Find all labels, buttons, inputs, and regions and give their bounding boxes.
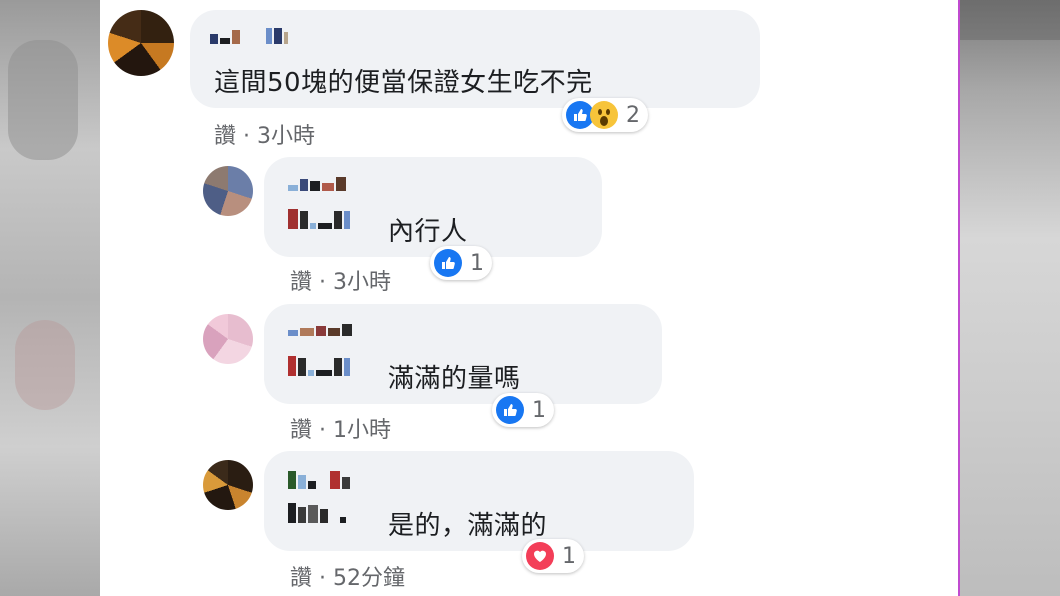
love-icon xyxy=(526,542,554,570)
commenter-name-pixelated[interactable] xyxy=(288,356,350,376)
comment-meta: 讚 · 3小時 xyxy=(290,264,391,296)
timestamp[interactable]: 3小時 xyxy=(333,270,391,295)
comment-text: 滿滿的量嗎 xyxy=(388,364,521,394)
reaction-count: 1 xyxy=(532,397,546,423)
comment-text: 是的，滿滿的 xyxy=(388,511,548,541)
reaction-count: 1 xyxy=(562,543,576,569)
commenter-name-pixelated[interactable] xyxy=(288,471,350,489)
commenter-name-pixelated[interactable] xyxy=(210,28,288,44)
commenter-name-pixelated[interactable] xyxy=(288,503,346,523)
like-icon xyxy=(496,396,524,424)
blur-shape xyxy=(8,40,78,160)
comment-bubble: 是的，滿滿的 xyxy=(264,451,694,551)
comments-panel: 這間50塊的便當保證女生吃不完 2 讚 · 3小時 內行人 1 讚 · 3小時 xyxy=(100,0,958,596)
meta-separator: · xyxy=(319,566,327,591)
meta-separator: · xyxy=(319,270,327,295)
comment-text: 內行人 xyxy=(388,217,468,247)
reaction-count: 2 xyxy=(626,102,640,128)
like-link[interactable]: 讚 xyxy=(290,418,312,443)
commenter-name-pixelated[interactable] xyxy=(288,324,352,336)
comment-meta: 讚 · 1小時 xyxy=(290,412,391,444)
comment-meta: 讚 · 52分鐘 xyxy=(290,560,405,592)
comment-text: 這間50塊的便當保證女生吃不完 xyxy=(214,68,593,98)
avatar[interactable] xyxy=(203,314,253,364)
timestamp[interactable]: 3小時 xyxy=(257,124,315,149)
blurred-right-margin xyxy=(958,0,1060,596)
wow-icon xyxy=(590,101,618,129)
blur-shape xyxy=(15,320,75,410)
blurred-left-margin xyxy=(0,0,100,596)
like-icon xyxy=(434,249,462,277)
meta-separator: · xyxy=(319,418,327,443)
comment-bubble: 內行人 xyxy=(264,157,602,257)
reaction-summary[interactable]: 1 xyxy=(492,393,554,427)
comment-bubble: 滿滿的量嗎 xyxy=(264,304,662,404)
reaction-summary[interactable]: 1 xyxy=(430,246,492,280)
reaction-summary[interactable]: 1 xyxy=(522,539,584,573)
meta-separator: · xyxy=(243,124,251,149)
reaction-count: 1 xyxy=(470,250,484,276)
like-link[interactable]: 讚 xyxy=(290,566,312,591)
avatar[interactable] xyxy=(108,10,174,76)
avatar[interactable] xyxy=(203,166,253,216)
avatar[interactable] xyxy=(203,460,253,510)
comment-meta: 讚 · 3小時 xyxy=(214,118,315,150)
comment-bubble: 這間50塊的便當保證女生吃不完 xyxy=(190,10,760,108)
commenter-name-pixelated[interactable] xyxy=(288,209,350,229)
timestamp[interactable]: 1小時 xyxy=(333,418,391,443)
like-link[interactable]: 讚 xyxy=(290,270,312,295)
like-link[interactable]: 讚 xyxy=(214,124,236,149)
timestamp[interactable]: 52分鐘 xyxy=(333,566,405,591)
commenter-name-pixelated[interactable] xyxy=(288,177,346,191)
blur-shape xyxy=(960,0,1060,40)
reaction-summary[interactable]: 2 xyxy=(562,98,648,132)
